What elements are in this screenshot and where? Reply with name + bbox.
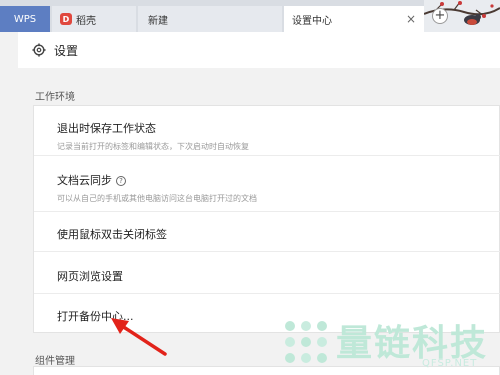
setting-save-state[interactable]: 退出时保存工作状态 记录当前打开的标签和编辑状态，下次启动时自动恢复	[34, 106, 500, 156]
tab-settings[interactable]: 设置中心 ×	[284, 6, 424, 32]
setting-title: 文档云同步	[57, 174, 112, 187]
setting-subtitle: 可以从自己的手机或其他电脑访问这台电脑打开过的文档	[57, 194, 257, 203]
section-title-work-env: 工作环境	[35, 92, 75, 103]
page-title: 设置	[54, 43, 79, 58]
setting-double-click-close[interactable]: 使用鼠标双击关闭标签	[34, 212, 500, 252]
setting-web-browsing[interactable]: 网页浏览设置	[34, 252, 500, 294]
setting-title: 退出时保存工作状态	[57, 122, 156, 135]
section-title-components: 组件管理	[35, 356, 75, 367]
tab-settings-label: 设置中心	[292, 15, 332, 27]
gear-icon	[32, 43, 46, 57]
docer-icon: D	[60, 13, 72, 25]
watermark-logo-icon	[285, 321, 327, 363]
page-header: 设置	[18, 32, 500, 68]
watermark-url: QFSP.NET	[422, 358, 478, 369]
tab-wps[interactable]: WPS	[0, 6, 50, 32]
watermark: 量链科技 QFSP.NET	[282, 316, 500, 375]
setting-title-wrap: 文档云同步?	[57, 172, 500, 188]
setting-title: 使用鼠标双击关闭标签	[57, 228, 167, 241]
tab-doc-label: 稻壳	[76, 15, 96, 27]
tab-wps-label: WPS	[13, 13, 37, 25]
annotation-arrow-icon	[111, 318, 167, 356]
setting-subtitle: 记录当前打开的标签和编辑状态，下次启动时自动恢复	[57, 142, 249, 151]
add-tab-button[interactable]: +	[432, 8, 448, 24]
setting-cloud-sync[interactable]: 文档云同步? 可以从自己的手机或其他电脑访问这台电脑打开过的文档	[34, 156, 500, 212]
tab-doc[interactable]: D 稻壳	[52, 6, 136, 32]
tab-new[interactable]: 新建	[138, 6, 282, 32]
settings-card: 退出时保存工作状态 记录当前打开的标签和编辑状态，下次启动时自动恢复 文档云同步…	[33, 105, 500, 333]
tab-bar: WPS D 稻壳 新建 设置中心 × +	[0, 0, 500, 32]
help-icon[interactable]: ?	[116, 176, 126, 186]
close-icon[interactable]: ×	[406, 12, 416, 26]
tab-new-label: 新建	[148, 15, 168, 27]
setting-title: 网页浏览设置	[57, 270, 123, 283]
